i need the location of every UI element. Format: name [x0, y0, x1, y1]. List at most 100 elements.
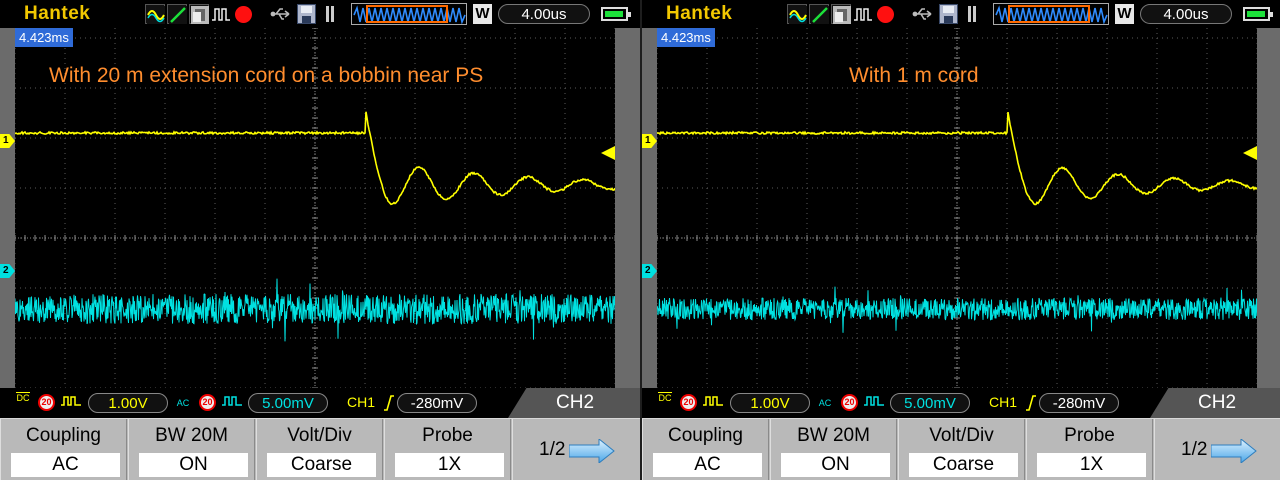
next-page-arrow-icon [569, 439, 615, 463]
waveform-screen: 4.423ms With 1 m cord 1 2 [642, 28, 1257, 388]
persistence-icon[interactable] [189, 4, 209, 24]
softkey-title: BW 20M [797, 425, 870, 446]
trigger-level[interactable]: -280mV [397, 393, 477, 413]
ch2-volt-div[interactable]: 5.00mV [248, 393, 328, 413]
trigger-source[interactable]: CH1 [989, 394, 1017, 410]
ch1-pulse-icon [703, 396, 723, 406]
softkey-value: 1X [395, 453, 504, 477]
window-zoom-button[interactable]: W [473, 4, 492, 24]
trigger-position-marker[interactable]: 4.423ms [15, 28, 73, 47]
ch1-volt-div[interactable]: 1.00V [730, 393, 810, 413]
ch1-offset-marker[interactable]: 1 [642, 134, 657, 148]
softkey-title: Coupling [26, 425, 101, 446]
battery-icon [1243, 7, 1273, 21]
next-page-arrow-icon [1211, 439, 1257, 463]
battery-icon [601, 7, 631, 21]
save-icon[interactable] [297, 4, 316, 24]
timeline-window[interactable] [366, 5, 448, 23]
persistence-icon[interactable] [831, 4, 851, 24]
ch2-bw-limit-badge: 20 [199, 394, 216, 411]
coupling-softkey[interactable]: Coupling AC [642, 419, 769, 480]
timeline-icon [351, 3, 467, 25]
pulse-mode-icon[interactable] [211, 4, 231, 24]
run-stop-icon[interactable] [235, 6, 252, 23]
softkey-value: Coarse [267, 453, 376, 477]
trigger-level[interactable]: -280mV [1039, 393, 1119, 413]
softkey-value: AC [653, 453, 762, 477]
next-page-softkey[interactable]: 1/2 [1154, 419, 1280, 480]
ch2-offset-marker[interactable]: 2 [0, 264, 15, 278]
separator-icon [326, 6, 340, 22]
active-channel-label: CH2 [556, 392, 595, 413]
probe-softkey[interactable]: Probe 1X [384, 419, 511, 480]
active-channel-label: CH2 [1198, 392, 1237, 413]
ch1-pulse-icon [61, 396, 81, 406]
usb-icon [270, 8, 290, 20]
oscilloscope-left: Hantek W 4.00us 4.423ms With 20 m extens… [0, 0, 640, 480]
ch1-bw-limit-badge: 20 [680, 394, 697, 411]
softkey-title: Probe [1064, 425, 1115, 446]
status-bar: DC 20 1.00V AC 20 5.00mV CH1 -280mV CH2 [0, 388, 640, 418]
ch2-offset-marker[interactable]: 2 [642, 264, 657, 278]
trigger-source[interactable]: CH1 [347, 394, 375, 410]
rising-edge-icon [384, 395, 394, 411]
soft-menu: Coupling AC BW 20M ON Volt/Div Coarse Pr… [642, 418, 1280, 480]
soft-menu: Coupling AC BW 20M ON Volt/Div Coarse Pr… [0, 418, 640, 480]
softkey-value: ON [781, 453, 890, 477]
bw-limit-softkey[interactable]: BW 20M ON [770, 419, 897, 480]
page-indicator: 1/2 [539, 439, 566, 460]
annotation-text: With 1 m cord [849, 64, 979, 87]
softkey-title: Volt/Div [287, 425, 352, 446]
timebase-display[interactable]: 4.00us [498, 4, 590, 24]
bw-limit-softkey[interactable]: BW 20M ON [128, 419, 255, 480]
softkey-title: BW 20M [155, 425, 228, 446]
page-indicator: 1/2 [1181, 439, 1208, 460]
softkey-title: Coupling [668, 425, 743, 446]
active-channel-tab[interactable]: CH2 [508, 388, 640, 418]
softkey-title: Volt/Div [929, 425, 994, 446]
mode-icons [145, 4, 252, 24]
window-zoom-button[interactable]: W [1115, 4, 1134, 24]
oscilloscope-right: Hantek W 4.00us 4.423ms With 1 m cord 1 … [640, 0, 1280, 480]
ch1-bw-limit-badge: 20 [38, 394, 55, 411]
save-icon[interactable] [939, 4, 958, 24]
pulse-mode-icon[interactable] [853, 4, 873, 24]
rising-edge-icon [1026, 395, 1036, 411]
active-channel-tab[interactable]: CH2 [1150, 388, 1280, 418]
volt-div-softkey[interactable]: Volt/Div Coarse [898, 419, 1025, 480]
ch2-volt-div[interactable]: 5.00mV [890, 393, 970, 413]
ch1-coupling-badge: DC [16, 392, 30, 403]
next-page-softkey[interactable]: 1/2 [512, 419, 640, 480]
brand-logo: Hantek [666, 3, 733, 24]
softkey-value: Coarse [909, 453, 1018, 477]
coupling-softkey[interactable]: Coupling AC [0, 419, 127, 480]
ch2-pulse-icon [864, 396, 884, 406]
annotation-text: With 20 m extension cord on a bobbin nea… [49, 64, 484, 87]
ch2-coupling-badge: AC [818, 398, 832, 408]
brand-logo: Hantek [24, 3, 91, 24]
ramp-mode-icon[interactable] [167, 4, 187, 24]
top-bar: Hantek W 4.00us [642, 0, 1280, 28]
run-stop-icon[interactable] [877, 6, 894, 23]
status-bar: DC 20 1.00V AC 20 5.00mV CH1 -280mV CH2 [642, 388, 1280, 418]
trigger-position-marker[interactable]: 4.423ms [657, 28, 715, 47]
ch1-offset-marker[interactable]: 1 [0, 134, 15, 148]
ramp-mode-icon[interactable] [809, 4, 829, 24]
timeline-window[interactable] [1008, 5, 1090, 23]
probe-softkey[interactable]: Probe 1X [1026, 419, 1153, 480]
sine-mode-icon[interactable] [787, 4, 807, 24]
softkey-value: ON [139, 453, 248, 477]
volt-div-softkey[interactable]: Volt/Div Coarse [256, 419, 383, 480]
mode-icons [787, 4, 894, 24]
sine-mode-icon[interactable] [145, 4, 165, 24]
waveform-screen: 4.423ms With 20 m extension cord on a bo… [0, 28, 615, 388]
timeline-icon [993, 3, 1109, 25]
ch2-coupling-badge: AC [176, 398, 190, 408]
ch2-pulse-icon [222, 396, 242, 406]
timebase-display[interactable]: 4.00us [1140, 4, 1232, 24]
softkey-value: AC [11, 453, 120, 477]
ch1-coupling-badge: DC [658, 392, 672, 403]
softkey-value: 1X [1037, 453, 1146, 477]
ch2-bw-limit-badge: 20 [841, 394, 858, 411]
ch1-volt-div[interactable]: 1.00V [88, 393, 168, 413]
